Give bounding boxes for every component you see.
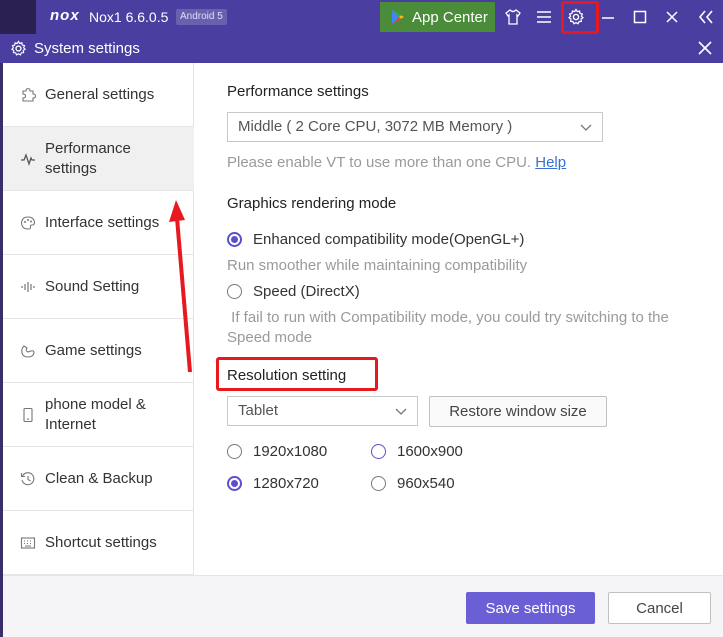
android-version-badge: Android 5 [176,9,227,25]
sidebar-item-label: Clean & Backup [45,469,153,487]
settings-window-body: General settings Performance settings In… [3,63,723,637]
resolution-option-960[interactable]: 960x540 [371,475,455,492]
resolution-option-1280[interactable]: 1280x720 [227,475,319,492]
help-link[interactable]: Help [535,154,566,171]
sidebar-item-label: Shortcut settings [45,533,157,551]
collapse-sidebar-icon[interactable] [696,7,716,27]
game-icon [21,344,35,358]
title-bar-left-strip [0,0,36,34]
red-arrow-annotation [169,200,192,373]
cancel-button[interactable]: Cancel [608,592,711,624]
settings-footer: Save settings Cancel [3,575,723,637]
sidebar-item-label: General settings [45,85,155,103]
sound-icon [21,281,35,292]
chevron-down-icon [580,124,592,131]
chevron-down-icon [395,408,407,415]
settings-window-header: System settings [0,34,723,63]
opengl-hint: Run smoother while maintaining compatibi… [227,257,528,274]
sidebar-item-label: Performance settings [45,139,131,177]
emulator-title: Nox1 6.6.0.5 [89,9,169,25]
settings-gear-icon [10,40,27,56]
history-icon [20,471,35,485]
resolution-label: 960x540 [397,475,455,492]
pulse-icon [21,152,35,166]
app-center-button[interactable]: App Center [380,2,495,32]
settings-window-title: System settings [34,40,140,57]
resolution-label: 1280x720 [253,475,319,492]
vt-hint-text: Please enable VT to use more than one CP… [227,154,532,171]
sidebar-item-shortcut[interactable]: Shortcut settings [3,511,194,575]
performance-select[interactable]: Middle ( 2 Core CPU, 3072 MB Memory ) [227,112,603,142]
minimize-icon[interactable] [598,7,618,27]
performance-select-value: Middle ( 2 Core CPU, 3072 MB Memory ) [238,118,513,135]
palette-icon [20,215,36,230]
resolution-radio[interactable] [371,476,386,491]
directx-label: Speed (DirectX) [253,283,360,300]
resolution-setting-title: Resolution setting [227,367,347,384]
directx-radio[interactable] [227,284,242,299]
emulator-title-bar: nox Nox1 6.6.0.5 Android 5 App Center [0,0,723,34]
restore-window-size-button[interactable]: Restore window size [429,396,607,427]
opengl-label: Enhanced compatibility mode(OpenGL+) [253,231,525,248]
puzzle-icon [22,87,36,102]
resolution-label: 1920x1080 [253,443,328,460]
opengl-radio-option[interactable]: Enhanced compatibility mode(OpenGL+) [227,231,524,248]
sidebar-item-label: Sound Setting [45,277,140,295]
maximize-icon[interactable] [630,7,650,27]
gear-highlight-box [561,1,599,34]
resolution-option-1920[interactable]: 1920x1080 [227,443,327,460]
opengl-radio[interactable] [227,232,242,247]
settings-content: Performance settings Middle ( 2 Core CPU… [195,63,723,575]
sidebar-item-clean-backup[interactable]: Clean & Backup [3,447,194,511]
resolution-option-1600[interactable]: 1600x900 [371,443,463,460]
performance-settings-title: Performance settings [227,83,369,100]
directx-hint: If fail to run with Compatibility mode, … [227,309,674,346]
save-settings-button[interactable]: Save settings [466,592,595,624]
sidebar-item-label: Game settings [45,341,142,359]
resolution-radio[interactable] [371,444,386,459]
resolution-label: 1600x900 [397,443,463,460]
sidebar-item-label: Interface settings [45,213,160,231]
resolution-radio[interactable] [227,476,242,491]
resolution-radio[interactable] [227,444,242,459]
app-center-label: App Center [412,8,488,26]
nox-logo: nox [50,7,80,24]
shirt-icon[interactable] [503,7,523,27]
sidebar-item-label: phone model & Internet [45,395,146,433]
menu-icon[interactable] [534,7,554,27]
sidebar-item-general[interactable]: General settings [3,63,194,127]
vt-hint: Please enable VT to use more than one CP… [227,153,566,173]
settings-close-icon[interactable] [695,38,715,58]
sidebar-item-performance[interactable]: Performance settings [3,127,194,191]
close-icon[interactable] [662,7,682,27]
keyboard-icon [20,536,36,549]
directx-radio-option[interactable]: Speed (DirectX) [227,283,360,300]
resolution-preset-value: Tablet [238,402,279,419]
graphics-mode-title: Graphics rendering mode [227,195,397,212]
play-store-icon [392,10,404,24]
sidebar-item-phone-model[interactable]: phone model & Internet [3,383,194,447]
resolution-preset-select[interactable]: Tablet [227,396,418,426]
phone-icon [23,407,33,422]
